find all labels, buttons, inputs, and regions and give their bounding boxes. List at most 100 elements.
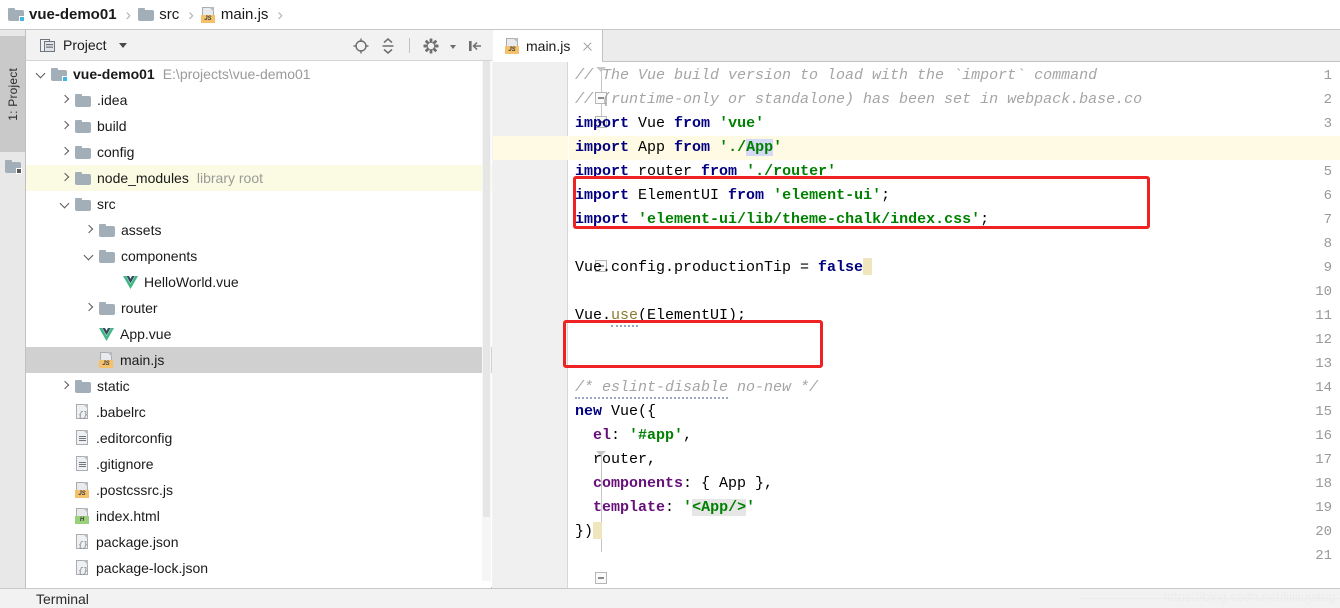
scrollbar-thumb[interactable] xyxy=(483,61,490,517)
code-line[interactable]: router, xyxy=(575,448,656,472)
code-line[interactable]: components: { App }, xyxy=(575,472,773,496)
tree-item-build[interactable]: build xyxy=(26,113,492,139)
json-file-icon: {} xyxy=(75,560,90,576)
hide-panel-icon[interactable] xyxy=(466,37,484,55)
breadcrumb-item-src[interactable]: src xyxy=(138,0,179,30)
current-line-gutter-highlight xyxy=(493,136,568,160)
breadcrumb-separator-3: › xyxy=(277,4,284,24)
tree-item-icon xyxy=(75,379,91,393)
code-line[interactable]: /* eslint-disable no-new */ xyxy=(575,376,818,400)
code-line[interactable] xyxy=(575,544,584,568)
chevron-down-icon[interactable] xyxy=(118,42,127,48)
folder-icon xyxy=(75,145,91,159)
tree-twisty-down-icon[interactable] xyxy=(58,197,72,211)
tree-item-postcssrc-js[interactable]: JS .postcssrc.js xyxy=(26,477,492,503)
tree-item-icon xyxy=(51,67,68,82)
tree-twisty-right-icon[interactable] xyxy=(58,379,72,393)
project-title-group[interactable]: Project xyxy=(40,37,127,53)
toolbar-divider xyxy=(409,38,410,53)
tree-item-editorconfig[interactable]: .editorconfig xyxy=(26,425,492,451)
code-line[interactable] xyxy=(575,352,584,376)
tree-item-components[interactable]: components xyxy=(26,243,492,269)
tree-item-icon: JS xyxy=(99,352,114,368)
sidebar-tab-project[interactable]: 1: Project xyxy=(0,36,25,152)
code-line[interactable]: Vue.use(ElementUI); xyxy=(575,304,746,328)
tree-twisty-down-icon[interactable] xyxy=(34,67,48,81)
code-line[interactable]: import ElementUI from 'element-ui'; xyxy=(575,184,890,208)
status-bar: Terminal https://blog.csdn.net/liiiliuya… xyxy=(0,588,1340,608)
tree-twisty-right-icon[interactable] xyxy=(58,171,72,185)
collapse-all-icon[interactable] xyxy=(379,37,397,55)
code-editor[interactable]: 123456789101112131415161718192021 // The… xyxy=(493,62,1340,590)
code-content[interactable]: // The Vue build version to load with th… xyxy=(569,62,1340,590)
tree-twisty-spacer xyxy=(82,353,96,367)
tree-item-label: package.json xyxy=(96,534,179,550)
tree-item-icon xyxy=(75,197,91,211)
tree-item-app-vue[interactable]: App.vue xyxy=(26,321,492,347)
tree-item-node-modules[interactable]: node_modules library root xyxy=(26,165,492,191)
code-line[interactable] xyxy=(575,280,584,304)
tree-item-package-json[interactable]: {} package.json xyxy=(26,529,492,555)
json-file-icon: {} xyxy=(75,404,90,420)
tree-twisty-right-icon[interactable] xyxy=(58,93,72,107)
tree-twisty-right-icon[interactable] xyxy=(58,119,72,133)
tree-item-router[interactable]: router xyxy=(26,295,492,321)
settings-dropdown-caret-icon[interactable] xyxy=(449,37,457,55)
tree-item-index-html[interactable]: Hindex.html xyxy=(26,503,492,529)
tab-mainjs[interactable]: JS main.js xyxy=(493,30,604,62)
code-line[interactable]: import App from './App' xyxy=(575,136,782,160)
tree-item-label: vue-demo01 xyxy=(73,66,155,82)
code-line[interactable] xyxy=(575,328,584,352)
tree-item-icon xyxy=(75,171,91,185)
code-line[interactable]: import 'element-ui/lib/theme-chalk/index… xyxy=(575,208,989,232)
close-icon[interactable] xyxy=(581,40,594,53)
project-tree[interactable]: vue-demo01 E:\projects\vue-demo01 .idea bui… xyxy=(26,61,492,587)
code-line[interactable] xyxy=(575,232,584,256)
js-file-icon: JS xyxy=(505,38,520,54)
code-line[interactable]: import Vue from 'vue' xyxy=(575,112,764,136)
tree-twisty-right-icon[interactable] xyxy=(82,301,96,315)
code-line[interactable]: }) xyxy=(575,520,603,544)
folder-icon xyxy=(138,8,155,21)
terminal-tab[interactable]: Terminal xyxy=(36,591,89,607)
folder-icon xyxy=(75,171,91,185)
tree-item-babelrc[interactable]: {} .babelrc xyxy=(26,399,492,425)
breadcrumb-label-src: src xyxy=(159,6,180,23)
code-line[interactable]: // (runtime-only or standalone) has been… xyxy=(575,88,1142,112)
tree-item-src[interactable]: src xyxy=(26,191,492,217)
tree-twisty-down-icon[interactable] xyxy=(82,249,96,263)
folder-icon xyxy=(99,301,115,315)
breadcrumb-separator-1: › xyxy=(125,4,132,24)
tree-item-helloworld-vue[interactable]: HelloWorld.vue xyxy=(26,269,492,295)
tree-item-main-js[interactable]: JS main.js xyxy=(26,347,492,373)
tree-item-icon xyxy=(75,456,90,472)
tree-item-label: build xyxy=(97,118,127,134)
tree-item-idea[interactable]: .idea xyxy=(26,87,492,113)
tree-item-label: .gitignore xyxy=(96,456,154,472)
module-folder-icon xyxy=(5,160,22,176)
code-line[interactable]: new Vue({ xyxy=(575,400,656,424)
code-line[interactable]: Vue.config.productionTip = false xyxy=(575,256,873,280)
breadcrumb-item-mainjs[interactable]: JS main.js xyxy=(200,0,268,30)
tree-twisty-right-icon[interactable] xyxy=(82,223,96,237)
project-tree-scrollbar[interactable] xyxy=(482,61,491,581)
tree-item-gitignore[interactable]: .gitignore xyxy=(26,451,492,477)
locate-target-icon[interactable] xyxy=(352,37,370,55)
tree-item-static[interactable]: static xyxy=(26,373,492,399)
code-line[interactable]: // The Vue build version to load with th… xyxy=(575,64,1097,88)
code-line[interactable]: import router from './router' xyxy=(575,160,836,184)
code-line[interactable]: el: '#app', xyxy=(575,424,692,448)
code-line[interactable]: template: '<App/>' xyxy=(575,496,755,520)
tree-item-vue-demo01[interactable]: vue-demo01 E:\projects\vue-demo01 xyxy=(26,61,492,87)
text-caret xyxy=(593,522,603,539)
tree-item-assets[interactable]: assets xyxy=(26,217,492,243)
tree-twisty-right-icon[interactable] xyxy=(58,145,72,159)
tree-item-package-lock-json[interactable]: {} package-lock.json xyxy=(26,555,492,581)
module-folder-icon xyxy=(51,67,68,82)
tree-item-config[interactable]: config xyxy=(26,139,492,165)
text-caret xyxy=(863,258,873,275)
tree-item-label: package-lock.json xyxy=(96,560,209,576)
settings-gear-icon[interactable] xyxy=(422,37,440,55)
breadcrumb: vue-demo01 › src › JS main.js › xyxy=(0,0,1340,30)
breadcrumb-item-project[interactable]: vue-demo01 xyxy=(8,0,117,30)
